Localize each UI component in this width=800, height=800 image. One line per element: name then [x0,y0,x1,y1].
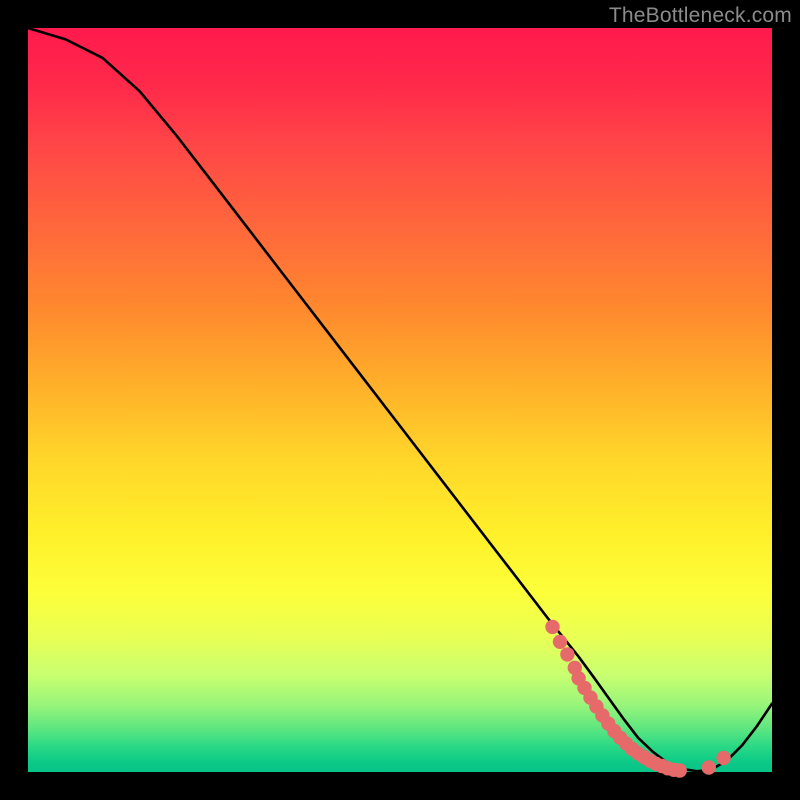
marker-layer [545,620,731,778]
highlight-dot [545,620,559,634]
bottleneck-curve [28,28,772,771]
chart-frame: TheBottleneck.com [0,0,800,800]
highlight-dot [702,760,716,774]
plot-svg [28,28,772,772]
highlight-dot [553,635,567,649]
highlight-dot [560,647,574,661]
plot-area [28,28,772,772]
watermark-text: TheBottleneck.com [609,4,792,28]
highlight-dot [716,751,730,765]
curve-layer [28,28,772,771]
highlight-dot [673,763,687,777]
